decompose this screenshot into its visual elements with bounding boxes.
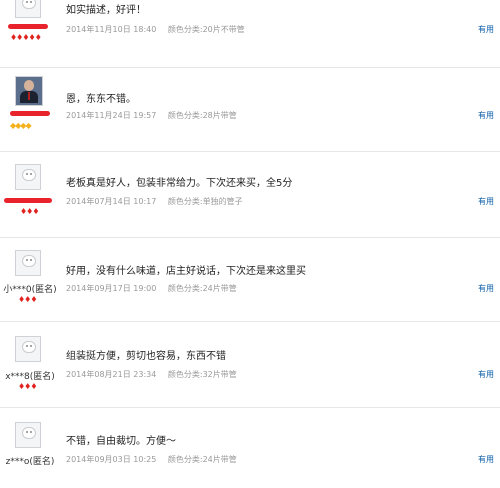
review-date: 2014年11月10日 18:40 [66, 25, 157, 34]
review-item: ♦♦♦ 老板真是好人，包装非常给力。下次还来买，全5分 2014年07月14日 … [0, 152, 500, 238]
review-meta: 2014年11月24日 19:57 颜色分类:28片带管 [66, 110, 246, 121]
rank-icons: ♦♦♦ [18, 382, 37, 391]
useful-button[interactable]: 有用 [478, 196, 494, 207]
review-list: ♦♦♦♦♦ 如实描述，好评！ 2014年11月10日 18:40 颜色分类:20… [0, 0, 500, 467]
review-meta: 2014年08月21日 23:34 颜色分类:32片带管 [66, 369, 246, 380]
review-content: 组装挺方便，剪切也容易，东西不错 [66, 351, 226, 362]
review-attributes: 颜色分类:28片带管 [167, 111, 237, 120]
review-content: 如实描述，好评！ [66, 5, 146, 16]
redacted-nickname [8, 24, 48, 29]
default-avatar-icon[interactable] [15, 0, 41, 18]
reviewer-info: z***o(匿名) [0, 408, 56, 488]
review-attributes: 颜色分类:24片带管 [167, 455, 237, 464]
photo-avatar-icon[interactable] [15, 76, 43, 106]
review-date: 2014年11月24日 19:57 [66, 111, 157, 120]
review-item: x***8(匿名) ♦♦♦ 组装挺方便，剪切也容易，东西不错 2014年08月2… [0, 322, 500, 408]
rank-icons: ♦♦♦ [18, 295, 37, 304]
review-attributes: 颜色分类:32片带管 [167, 370, 237, 379]
review-attributes: 颜色分类:24片带管 [167, 284, 237, 293]
rank-icons: ◆◆◆◆ [10, 121, 32, 130]
default-avatar-icon[interactable] [15, 422, 41, 448]
reviewer-nickname[interactable]: z***o(匿名) [0, 454, 60, 467]
review-meta: 2014年09月03日 10:25 颜色分类:24片带管 [66, 454, 246, 465]
review-item: ◆◆◆◆ 恩，东东不错。 2014年11月24日 19:57 颜色分类:28片带… [0, 68, 500, 152]
review-date: 2014年09月03日 10:25 [66, 455, 157, 464]
review-meta: 2014年09月17日 19:00 颜色分类:24片带管 [66, 283, 246, 294]
reviewer-info: ♦♦♦ [0, 152, 56, 232]
default-avatar-icon[interactable] [15, 250, 41, 276]
review-meta: 2014年11月10日 18:40 颜色分类:20片不带管 [66, 24, 254, 35]
review-content: 不错，自由裁切。方便～ [66, 436, 176, 447]
reviewer-info: x***8(匿名) ♦♦♦ [0, 322, 56, 402]
review-content: 好用，没有什么味道，店主好说话，下次还是来这里买 [66, 266, 306, 277]
reviewer-info: ◆◆◆◆ [0, 68, 56, 148]
useful-button[interactable]: 有用 [478, 454, 494, 465]
review-item: z***o(匿名) 不错，自由裁切。方便～ 2014年09月03日 10:25 … [0, 408, 500, 467]
useful-button[interactable]: 有用 [478, 369, 494, 380]
rank-icons: ♦♦♦♦♦ [10, 33, 42, 42]
review-date: 2014年08月21日 23:34 [66, 370, 157, 379]
reviewer-nickname[interactable]: x***8(匿名) [0, 369, 60, 382]
useful-button[interactable]: 有用 [478, 283, 494, 294]
reviewer-nickname[interactable]: 小***0(匿名) [0, 282, 60, 295]
review-attributes: 颜色分类:20片不带管 [167, 25, 245, 34]
default-avatar-icon[interactable] [15, 164, 41, 190]
review-content: 恩，东东不错。 [66, 94, 136, 105]
review-attributes: 颜色分类:单独的管子 [167, 197, 243, 206]
review-date: 2014年07月14日 10:17 [66, 197, 157, 206]
review-item: ♦♦♦♦♦ 如实描述，好评！ 2014年11月10日 18:40 颜色分类:20… [0, 0, 500, 68]
review-content: 老板真是好人，包装非常给力。下次还来买，全5分 [66, 178, 293, 189]
review-date: 2014年09月17日 19:00 [66, 284, 157, 293]
reviewer-info: ♦♦♦♦♦ [0, 0, 56, 66]
useful-button[interactable]: 有用 [478, 110, 494, 121]
review-meta: 2014年07月14日 10:17 颜色分类:单独的管子 [66, 196, 252, 207]
reviewer-info: 小***0(匿名) ♦♦♦ [0, 238, 57, 318]
redacted-nickname [4, 198, 52, 203]
redacted-nickname [10, 111, 50, 116]
default-avatar-icon[interactable] [15, 336, 41, 362]
rank-icons: ♦♦♦ [20, 207, 39, 216]
review-item: 小***0(匿名) ♦♦♦ 好用，没有什么味道，店主好说话，下次还是来这里买 2… [0, 238, 500, 322]
useful-button[interactable]: 有用 [478, 24, 494, 35]
